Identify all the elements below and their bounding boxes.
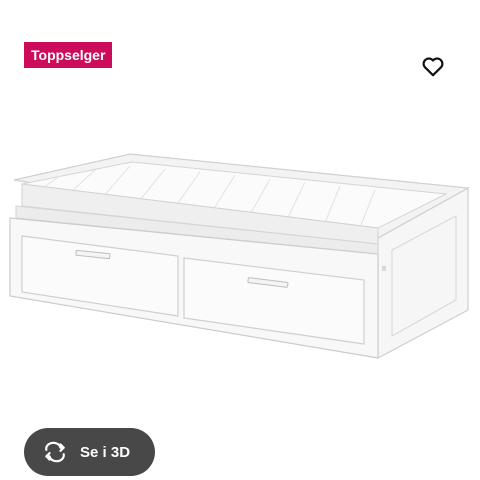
view-in-3d-button[interactable]: Se i 3D — [24, 428, 155, 476]
favorite-button[interactable] — [420, 53, 446, 79]
heart-outline-icon — [422, 57, 444, 77]
bestseller-badge: Toppselger — [24, 42, 113, 68]
rotate-arrows-icon — [42, 439, 68, 465]
daybed-illustration — [9, 153, 470, 359]
view-in-3d-label: Se i 3D — [80, 443, 131, 461]
product-image — [0, 140, 480, 380]
